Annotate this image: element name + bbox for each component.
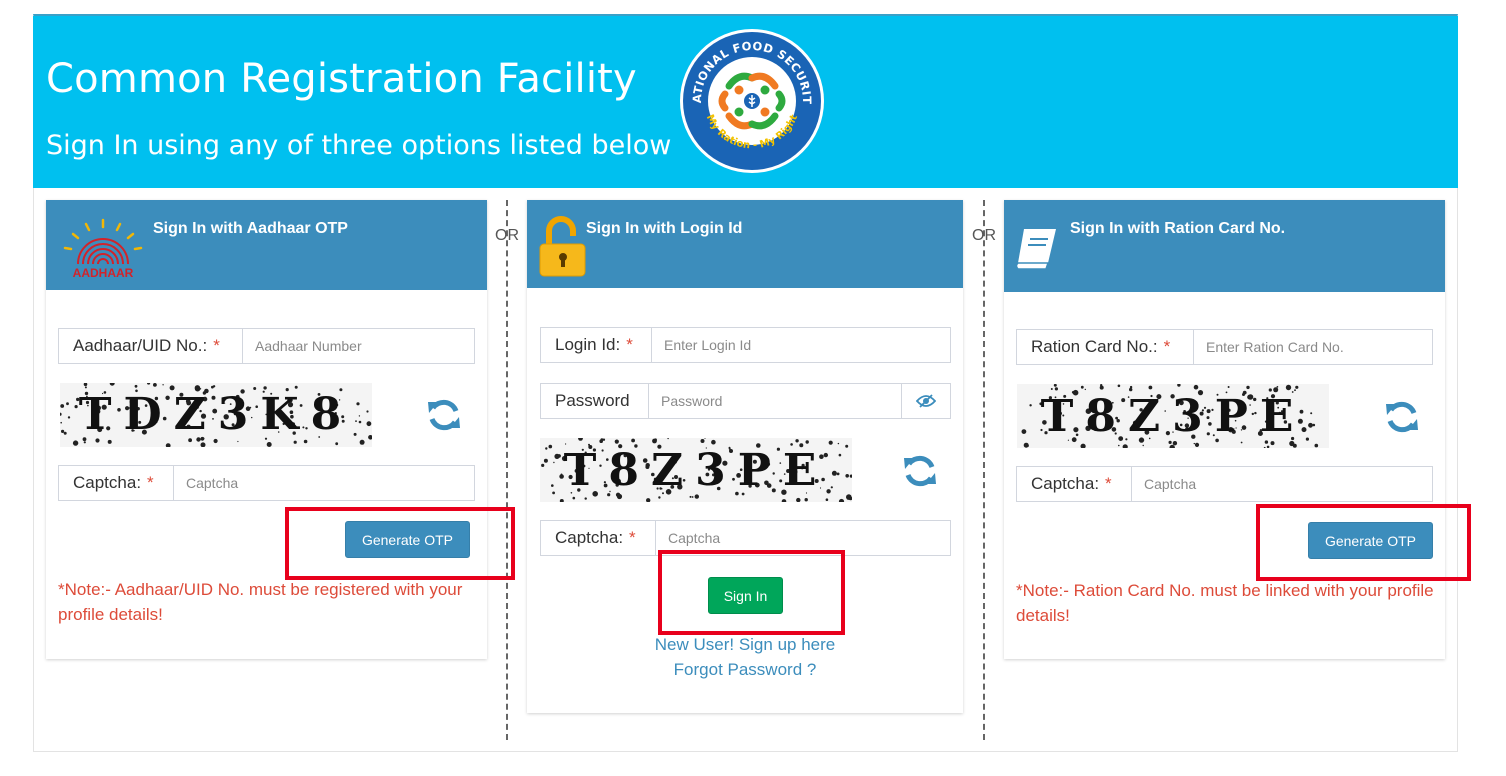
highlight-box-aadhaar-button bbox=[285, 507, 515, 580]
aadhaar-uid-group: Aadhaar/UID No.: * bbox=[58, 328, 475, 364]
login-id-label: Login Id: * bbox=[541, 328, 652, 362]
login-captcha-text: T8Z3PE bbox=[564, 445, 829, 496]
ration-captcha-image: T8Z3PE bbox=[1017, 384, 1329, 448]
signup-link[interactable]: New User! Sign up here bbox=[527, 635, 963, 655]
password-visibility-toggle[interactable] bbox=[901, 384, 950, 418]
login-captcha-image: T8Z3PE bbox=[540, 438, 852, 502]
eye-slash-icon bbox=[916, 394, 936, 408]
ration-refresh-captcha-icon[interactable] bbox=[1383, 398, 1421, 436]
aadhaar-number-input[interactable] bbox=[243, 329, 474, 363]
aadhaar-refresh-captcha-icon[interactable] bbox=[425, 396, 463, 434]
ration-panel-title: Sign In with Ration Card No. bbox=[1070, 220, 1286, 237]
login-id-input[interactable] bbox=[652, 328, 950, 362]
aadhaar-captcha-label: Captcha: * bbox=[59, 466, 174, 500]
ration-captcha-text: T8Z3PE bbox=[1041, 391, 1306, 442]
divider-right bbox=[983, 200, 985, 740]
password-label: Password bbox=[541, 384, 649, 418]
divider-left bbox=[506, 200, 508, 740]
aadhaar-logo-icon: AADHAAR bbox=[63, 218, 143, 280]
unlocked-padlock-icon bbox=[539, 216, 586, 277]
login-panel-title: Sign In with Login Id bbox=[586, 220, 743, 237]
highlight-box-ration-button bbox=[1256, 504, 1471, 581]
ration-signin-panel: Sign In with Ration Card No. Ration Card… bbox=[1004, 200, 1445, 659]
password-input[interactable] bbox=[649, 384, 901, 418]
aadhaar-captcha-input[interactable] bbox=[174, 466, 474, 500]
ration-card-group: Ration Card No.: * bbox=[1016, 329, 1433, 365]
login-panel-header: Sign In with Login Id bbox=[527, 200, 963, 288]
login-id-group: Login Id: * bbox=[540, 327, 951, 363]
forgot-password-link[interactable]: Forgot Password ? bbox=[527, 660, 963, 680]
aadhaar-note-text: *Note:- Aadhaar/UID No. must be register… bbox=[58, 580, 463, 624]
ration-card-input[interactable] bbox=[1194, 330, 1432, 364]
header-banner: Common Registration Facility Sign In usi… bbox=[33, 16, 1458, 188]
aadhaar-signin-panel: AADHAAR Sign In with Aadhaar OTP Aadhaar… bbox=[46, 200, 487, 659]
nfsa-logo: NATIONAL FOOD SECURITY My Ration - My Ri… bbox=[679, 28, 824, 173]
page-subtitle: Sign In using any of three options liste… bbox=[46, 130, 672, 161]
highlight-box-sign-in-button bbox=[658, 550, 845, 635]
aadhaar-captcha-text: TDZ3K8 bbox=[79, 389, 354, 440]
login-captcha-label: Captcha: * bbox=[541, 521, 656, 555]
aadhaar-panel-header: AADHAAR Sign In with Aadhaar OTP bbox=[46, 200, 487, 290]
ration-captcha-label: Captcha: * bbox=[1017, 467, 1132, 501]
aadhaar-panel-title: Sign In with Aadhaar OTP bbox=[153, 220, 348, 237]
ration-captcha-group: Captcha: * bbox=[1016, 466, 1433, 502]
ration-panel-header: Sign In with Ration Card No. bbox=[1004, 200, 1445, 292]
or-separator-right: OR bbox=[972, 227, 996, 244]
ration-card-label: Ration Card No.: * bbox=[1017, 330, 1194, 364]
page-title: Common Registration Facility bbox=[46, 56, 637, 102]
password-group: Password bbox=[540, 383, 951, 419]
aadhaar-captcha-group: Captcha: * bbox=[58, 465, 475, 501]
or-separator-left: OR bbox=[495, 227, 519, 244]
aadhaar-uid-label: Aadhaar/UID No.: * bbox=[59, 329, 243, 363]
login-refresh-captcha-icon[interactable] bbox=[901, 452, 939, 490]
book-icon bbox=[1016, 229, 1056, 270]
login-signin-panel: Sign In with Login Id Login Id:* Passwor… bbox=[527, 200, 963, 713]
ration-note-text: *Note:- Ration Card No. must be linked w… bbox=[1016, 581, 1434, 625]
ration-captcha-input[interactable] bbox=[1132, 467, 1432, 501]
aadhaar-captcha-image: TDZ3K8 bbox=[60, 383, 372, 447]
aadhaar-logo-text: AADHAAR bbox=[73, 266, 134, 280]
